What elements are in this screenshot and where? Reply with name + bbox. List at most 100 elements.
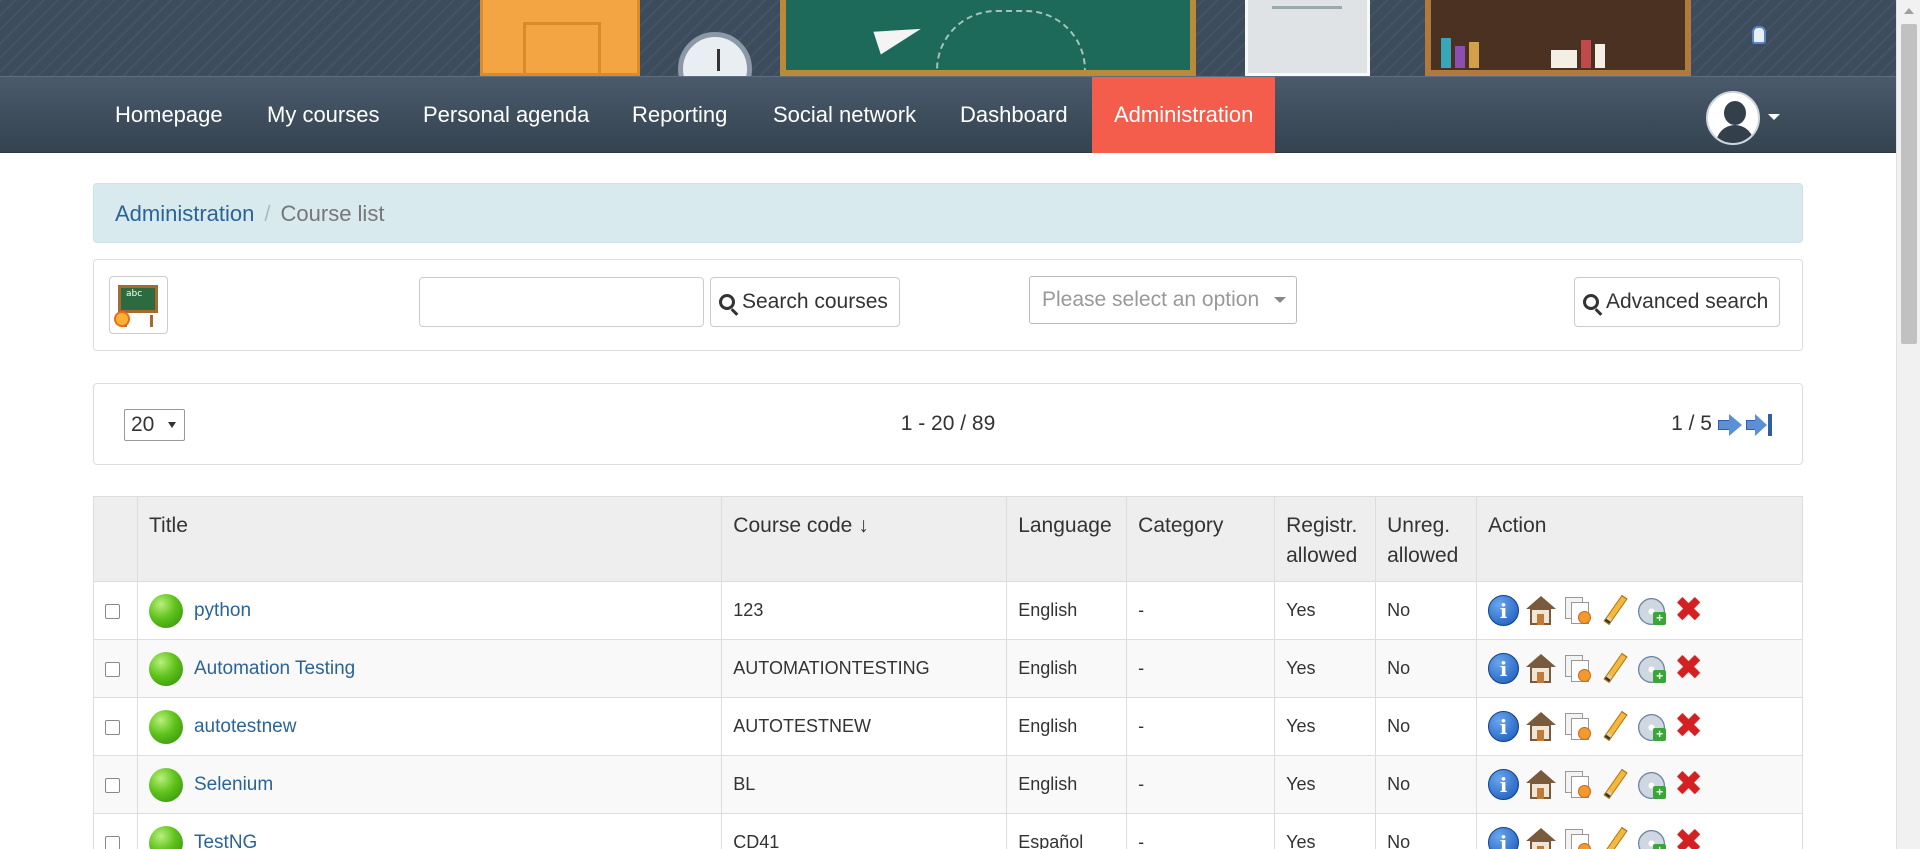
- row-checkbox[interactable]: [105, 661, 120, 677]
- home-icon[interactable]: [1525, 595, 1557, 626]
- registr-allowed-cell: Yes: [1274, 581, 1377, 640]
- unreg-allowed-cell: No: [1375, 755, 1478, 814]
- column-header-action: Action: [1476, 496, 1803, 582]
- language-cell: English: [1006, 581, 1128, 640]
- next-page-arrow-icon[interactable]: [1718, 414, 1742, 436]
- course-toolbar: abc Search courses Please select an opti…: [93, 259, 1803, 351]
- nav-dashboard[interactable]: Dashboard: [938, 77, 1090, 153]
- copy-icon[interactable]: [1562, 827, 1593, 849]
- info-icon[interactable]: i: [1488, 711, 1520, 742]
- pagination-bar: 20 1 - 20 / 89 1 / 5: [93, 383, 1803, 465]
- course-search-input[interactable]: [419, 277, 704, 327]
- edit-pencil-icon[interactable]: [1599, 710, 1630, 742]
- info-icon[interactable]: i: [1488, 769, 1520, 800]
- language-cell: Español: [1006, 813, 1128, 849]
- edit-pencil-icon[interactable]: [1599, 594, 1630, 626]
- delete-icon[interactable]: ✖: [1673, 593, 1704, 627]
- backup-icon[interactable]: +: [1636, 769, 1667, 800]
- page-scrollbar[interactable]: [1896, 0, 1920, 849]
- row-checkbox[interactable]: [105, 603, 120, 619]
- breadcrumb-separator: /: [264, 201, 271, 226]
- info-icon[interactable]: i: [1488, 827, 1520, 849]
- last-page-arrow-icon[interactable]: [1746, 414, 1772, 436]
- course-title-link[interactable]: autotestnew: [194, 716, 296, 737]
- action-cell: i +✖: [1476, 639, 1803, 698]
- nav-personal-agenda[interactable]: Personal agenda: [401, 77, 611, 153]
- course-title-link[interactable]: TestNG: [194, 832, 257, 849]
- category-cell: -: [1126, 755, 1276, 814]
- course-code-cell: 123: [721, 581, 1008, 640]
- row-checkbox[interactable]: [105, 719, 120, 735]
- breadcrumb: Administration / Course list: [93, 183, 1803, 243]
- table-row: Selenium BL English - Yes No i + ✖: [93, 755, 1803, 814]
- user-avatar[interactable]: [1706, 91, 1760, 145]
- column-header-category[interactable]: Category: [1126, 496, 1276, 582]
- backup-icon[interactable]: +: [1636, 827, 1667, 849]
- copy-icon[interactable]: [1562, 653, 1593, 684]
- row-checkbox[interactable]: [105, 835, 120, 849]
- search-icon: [1583, 294, 1599, 310]
- row-select-cell: [93, 813, 138, 849]
- select-all-header: [93, 496, 138, 582]
- page-indicator: 1 / 5: [1671, 412, 1712, 435]
- column-header-title[interactable]: Title: [136, 496, 723, 582]
- unreg-allowed-cell: No: [1375, 639, 1478, 698]
- row-select-cell: [93, 639, 138, 698]
- scroll-thumb[interactable]: [1901, 24, 1917, 344]
- course-title-link[interactable]: Selenium: [194, 774, 273, 795]
- nav-reporting[interactable]: Reporting: [610, 77, 749, 153]
- action-cell: i + ✖: [1476, 813, 1803, 849]
- delete-icon[interactable]: ✖: [1673, 767, 1704, 801]
- home-icon[interactable]: [1525, 827, 1557, 849]
- unreg-allowed-cell: No: [1375, 581, 1478, 640]
- add-course-button[interactable]: abc: [109, 276, 168, 334]
- registr-allowed-cell: Yes: [1274, 755, 1377, 814]
- user-menu-caret-icon[interactable]: [1768, 114, 1780, 120]
- registr-allowed-cell: Yes: [1274, 697, 1377, 756]
- column-header-unreg-allowed[interactable]: Unreg. allowed: [1375, 496, 1478, 582]
- nav-my-courses[interactable]: My courses: [245, 77, 401, 153]
- copy-icon[interactable]: [1562, 595, 1593, 626]
- home-icon[interactable]: [1525, 711, 1557, 742]
- edit-pencil-icon[interactable]: [1599, 768, 1630, 800]
- column-header-course-code[interactable]: Course code ↓: [721, 496, 1008, 582]
- table-row: TestNG CD41Español-YesNoi + ✖: [93, 813, 1803, 849]
- category-select[interactable]: Please select an option: [1029, 276, 1297, 324]
- delete-icon[interactable]: ✖: [1673, 709, 1704, 743]
- home-icon[interactable]: [1525, 653, 1557, 684]
- info-icon[interactable]: i: [1488, 595, 1520, 626]
- delete-icon[interactable]: ✖: [1673, 651, 1704, 685]
- home-icon[interactable]: [1525, 769, 1557, 800]
- copy-icon[interactable]: [1562, 711, 1593, 742]
- edit-pencil-icon[interactable]: [1599, 826, 1630, 849]
- delete-icon[interactable]: ✖: [1673, 825, 1704, 849]
- language-cell: English: [1006, 755, 1128, 814]
- user-status-icon[interactable]: [1752, 26, 1766, 44]
- column-header-language[interactable]: Language: [1006, 496, 1128, 582]
- nav-social-network[interactable]: Social network: [751, 77, 938, 153]
- nav-administration[interactable]: Administration: [1092, 77, 1276, 153]
- column-header-registr-allowed[interactable]: Registr. allowed: [1274, 496, 1377, 582]
- course-title-link[interactable]: Automation Testing: [194, 658, 355, 679]
- backup-icon[interactable]: +: [1636, 595, 1667, 626]
- backup-icon[interactable]: +: [1636, 653, 1667, 684]
- copy-icon[interactable]: [1562, 769, 1593, 800]
- action-cell: i +✖: [1476, 697, 1803, 756]
- backup-icon[interactable]: +: [1636, 711, 1667, 742]
- banner-paper-illustration: [1245, 0, 1370, 76]
- edit-pencil-icon[interactable]: [1599, 652, 1630, 684]
- row-select-cell: [93, 581, 138, 640]
- info-icon[interactable]: i: [1488, 653, 1520, 684]
- search-courses-button[interactable]: Search courses: [710, 277, 900, 327]
- breadcrumb-administration-link[interactable]: Administration: [115, 201, 254, 226]
- row-checkbox[interactable]: [105, 777, 120, 793]
- scroll-up-arrow-icon[interactable]: [1904, 8, 1914, 14]
- registr-allowed-cell: Yes: [1274, 639, 1377, 698]
- title-cell: Selenium: [136, 755, 723, 814]
- table-row: python 123 English - Yes No i + ✖: [93, 581, 1803, 640]
- course-title-link[interactable]: python: [194, 600, 251, 621]
- nav-homepage[interactable]: Homepage: [93, 77, 245, 153]
- action-cell: i +✖: [1476, 581, 1803, 640]
- advanced-search-button[interactable]: Advanced search: [1574, 277, 1781, 327]
- course-code-cell: AUTOTESTNEW: [721, 697, 1008, 756]
